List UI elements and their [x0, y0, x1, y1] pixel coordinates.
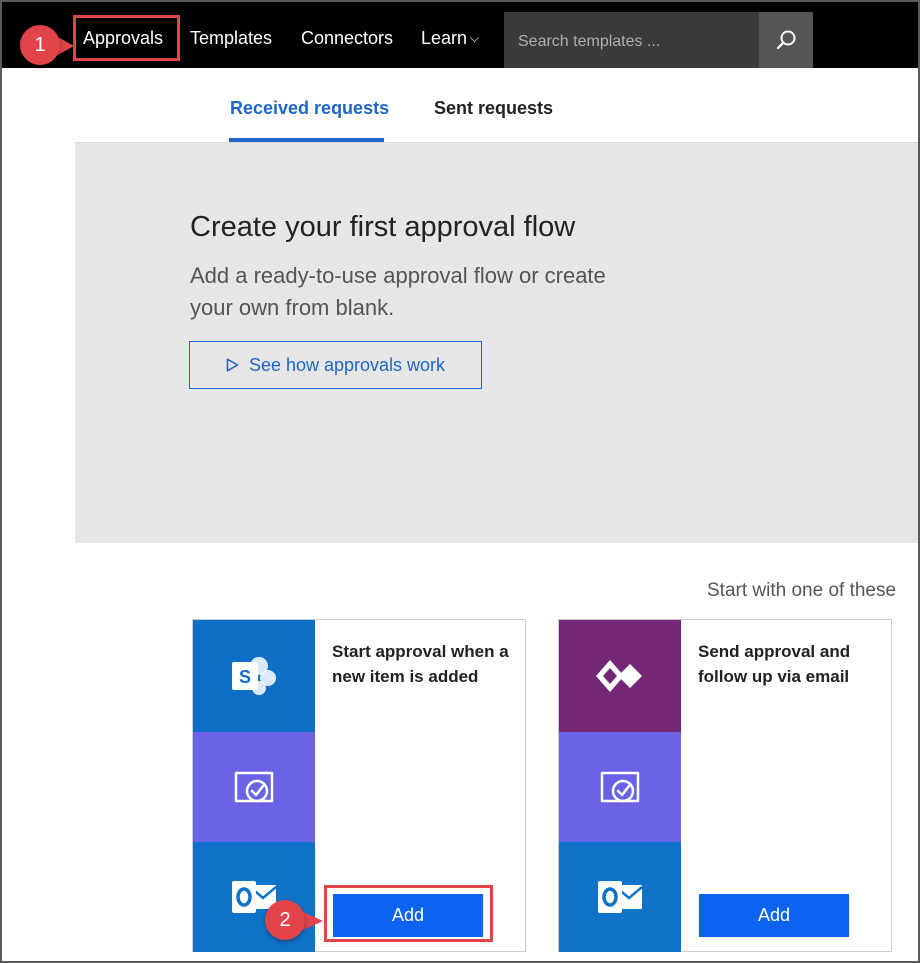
template-title: Send approval and follow up via email: [698, 642, 851, 686]
sharepoint-icon: S: [232, 657, 276, 695]
approvals-icon: [600, 771, 640, 803]
powerapps-tile: [559, 620, 681, 732]
callout-highlight-approvals: [73, 15, 180, 61]
tab-sent-requests[interactable]: Sent requests: [434, 98, 553, 119]
search-input[interactable]: [516, 30, 755, 54]
hero-title: Create your first approval flow: [190, 211, 576, 243]
svg-text:S: S: [239, 667, 251, 687]
nav-templates[interactable]: Templates: [190, 28, 272, 49]
outlook-tile: [559, 842, 681, 952]
outlook-icon: [598, 881, 643, 913]
powerapps-icon: [596, 660, 642, 692]
connector-icons: [559, 620, 681, 952]
callout-badge-1: 1: [20, 25, 60, 65]
callout-badge-2: 2: [265, 900, 305, 940]
search-button[interactable]: [759, 12, 813, 68]
search-icon: [776, 30, 796, 50]
see-how-approvals-work-button[interactable]: See how approvals work: [189, 341, 482, 389]
search-box: [504, 12, 759, 68]
chevron-down-icon: ⌵: [470, 31, 480, 45]
callout-highlight-add: [324, 885, 493, 942]
template-title: Start approval when a new item is added: [332, 642, 509, 686]
empty-state-hero: Create your first approval flow Add a re…: [75, 143, 918, 543]
nav-learn[interactable]: Learn ⌵: [421, 28, 479, 49]
approvals-tile: [559, 732, 681, 842]
nav-learn-label: Learn: [421, 28, 468, 48]
connector-icons: S: [193, 620, 315, 952]
play-icon: [226, 358, 239, 372]
templates-intro: Start with one of these: [707, 580, 897, 601]
nav-connectors[interactable]: Connectors: [301, 28, 393, 49]
hero-subtitle: Add a ready-to-use approval flow or crea…: [190, 263, 606, 320]
see-how-label: See how approvals work: [248, 354, 446, 375]
top-nav: Approvals Templates Connectors Learn ⌵: [2, 2, 918, 68]
app-window: Approvals Templates Connectors Learn⌵ 1 …: [0, 0, 920, 963]
sharepoint-tile: S: [193, 620, 315, 732]
add-template-button[interactable]: Add: [699, 894, 849, 937]
tab-received-requests[interactable]: Received requests: [230, 98, 389, 119]
approvals-icon: [234, 771, 274, 803]
approvals-tile: [193, 732, 315, 842]
template-card[interactable]: Send approval and follow up via email Ad…: [558, 619, 892, 952]
